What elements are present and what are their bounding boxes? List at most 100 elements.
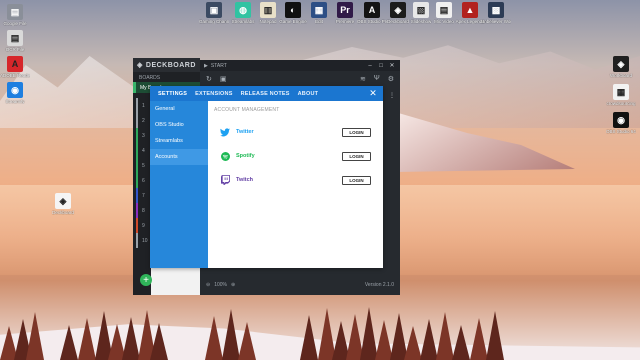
settings-tab-bar: SETTINGS EXTENSIONS RELEASE NOTES ABOUT ✕	[150, 86, 383, 101]
boards-label: BOARDS	[139, 75, 161, 81]
desktop-icon-top-2-icon: ▥	[260, 2, 276, 18]
sidebar-item-obs-studio[interactable]: OBS Studio	[150, 117, 208, 133]
desktop-icon-label: Workboard	[610, 73, 632, 78]
board-list-item[interactable]: 1	[136, 98, 148, 113]
desktop-icon-top-0-icon: ▣	[206, 2, 222, 18]
desktop-icon-left-3-icon: ◉	[7, 82, 23, 98]
desktop-icon-label: crowdsourcing	[606, 101, 636, 106]
zoom-in-icon[interactable]: ⊕	[231, 282, 235, 288]
board-list-item[interactable]: 5	[136, 158, 148, 173]
tab-release-notes[interactable]: RELEASE NOTES	[237, 91, 294, 97]
pine-tree	[78, 318, 96, 360]
desktop-icon-top-0[interactable]: ▣Gaming Channel	[199, 2, 229, 24]
deckboard-brand: ◈ DECKBOARD	[133, 58, 200, 72]
desktop-icon-top-5[interactable]: Pr Premiere	[330, 2, 360, 24]
desktop-icon-label: Google File	[3, 21, 27, 26]
spotify-login-button[interactable]: LOGIN	[342, 151, 371, 161]
settings-content: ACCOUNT MANAGEMENT Twitter LOGIN Spotify LO…	[208, 101, 383, 268]
desktop-icon-right-1-icon: ▦	[613, 84, 629, 100]
desktop-icon-left-2-icon: A	[7, 56, 23, 72]
play-icon: ▶	[204, 62, 208, 69]
twitter-login-button[interactable]: LOGIN	[342, 127, 371, 137]
board-list-item[interactable]: 3	[136, 128, 148, 143]
version-label: Version 2.1.0	[364, 282, 394, 288]
board-list-item[interactable]: 10	[136, 233, 148, 248]
desktop-icon-top-5-icon: Pr	[337, 2, 353, 18]
add-board-button[interactable]: +	[140, 274, 152, 286]
desktop-icon-top-7-icon: ◈	[390, 2, 406, 18]
window-close-button[interactable]: ✕	[388, 62, 396, 69]
account-row-twitch: Twitch LOGIN	[214, 168, 377, 192]
desktop-icon-left-0-icon: ▤	[7, 4, 23, 20]
board-list-item[interactable]: 6	[136, 173, 148, 188]
desktop-icon-top-1-icon: ◍	[235, 2, 251, 18]
account-name: Twitch	[236, 177, 254, 183]
desktop-icon-top-11-icon: ▩	[488, 2, 504, 18]
board-list-item[interactable]: 7	[136, 188, 148, 203]
wifi-icon[interactable]: ≋	[360, 75, 366, 83]
desktop-icon-deckboard[interactable]: ◈ Deckboard	[48, 193, 78, 215]
board-list-item[interactable]: 4	[136, 143, 148, 158]
more-options-icon[interactable]: ⋮	[389, 92, 395, 99]
pine-tree	[150, 323, 168, 360]
desktop-icon-right-2[interactable]: ◉OBS Studio 64-bit	[606, 112, 636, 134]
desktop-icon-left-0[interactable]: ▤ Google File	[0, 4, 30, 26]
desktop-icon-label: Unbeliever Worldwide	[481, 19, 511, 24]
board-list-item[interactable]: 8	[136, 203, 148, 218]
account-row-twitter: Twitter LOGIN	[214, 120, 377, 144]
desktop-icon-top-11[interactable]: ▩Unbeliever Worldwide	[481, 2, 511, 24]
desktop-icon-right-2-icon: ◉	[613, 112, 629, 128]
close-icon[interactable]: ✕	[367, 88, 379, 99]
desktop-icon-top-10-icon: ▲	[462, 2, 478, 18]
desktop-icon-right-1[interactable]: ▦ crowdsourcing	[606, 84, 636, 106]
desktop-icon-right-0-icon: ◈	[613, 56, 629, 72]
board-list-item[interactable]: 2	[136, 113, 148, 128]
pine-tree	[452, 325, 470, 360]
deckboard-logo-icon: ◈	[137, 62, 143, 69]
qr-code-icon[interactable]: ▣	[220, 75, 227, 83]
maximize-button[interactable]: □	[377, 63, 385, 69]
app-titlebar: ▶ START – □ ✕	[200, 60, 400, 71]
desktop-icon-top-4-icon: ▦	[311, 2, 327, 18]
board-list-item[interactable]: 9	[136, 218, 148, 233]
app-toolbar: ↻ ▣ ≋ Ψ ⚙	[200, 71, 400, 86]
tab-extensions[interactable]: EXTENSIONS	[191, 91, 236, 97]
tab-about[interactable]: ABOUT	[294, 91, 323, 97]
desktop-icon-right-0[interactable]: ◈ Workboard	[606, 56, 636, 78]
board-button-list: 1 2 3 4 5 6 7 8 9 10	[136, 98, 148, 248]
account-name: Twitter	[236, 129, 254, 135]
desktop-icon-top-8-icon: ▧	[413, 2, 429, 18]
pine-tree	[26, 312, 44, 360]
desktop-icon-label: Gaming Channel	[199, 19, 229, 24]
deckboard-brand-label: DECKBOARD	[145, 61, 196, 69]
pine-tree	[238, 322, 256, 360]
desktop-icon-label: Streamify	[5, 99, 25, 104]
gear-icon[interactable]: ⚙	[388, 75, 394, 83]
refresh-icon[interactable]: ↻	[206, 75, 212, 83]
usb-icon[interactable]: Ψ	[374, 75, 380, 82]
twitch-login-button[interactable]: LOGIN	[342, 175, 371, 185]
tab-settings[interactable]: SETTINGS	[154, 91, 191, 97]
sidebar-item-general[interactable]: General	[150, 101, 208, 117]
account-list: Twitter LOGIN Spotify LOGIN Twitch LOGIN	[214, 120, 377, 192]
sidebar-item-accounts[interactable]: Accounts	[150, 149, 208, 165]
desktop-icon-left-3[interactable]: ◉ Streamify	[0, 82, 30, 104]
minimize-button[interactable]: –	[366, 63, 374, 69]
desktop-icon-left-1[interactable]: ▤ OCR File	[0, 30, 30, 52]
sidebar-item-streamlabs[interactable]: Streamlabs	[150, 133, 208, 149]
desktop-icon-top-3-icon: ◐	[285, 2, 301, 18]
pine-tree	[486, 311, 504, 360]
desktop-icon-left-2[interactable]: A ADOBE Reader	[0, 56, 30, 78]
desktop-icon-label: Deckboard	[52, 210, 74, 215]
app-title: START	[210, 62, 227, 69]
desktop-icon-label: ADOBE Reader	[0, 73, 30, 78]
pine-tree	[300, 315, 318, 360]
app-statusbar: ⊖ 100% ⊕ Version 2.1.0	[200, 275, 400, 295]
twitter-icon	[220, 127, 230, 137]
settings-sidebar: General OBS Studio Streamlabs Accounts	[150, 101, 208, 268]
pine-tree	[60, 325, 78, 360]
zoom-out-icon[interactable]: ⊖	[206, 282, 210, 288]
settings-dialog: SETTINGS EXTENSIONS RELEASE NOTES ABOUT ✕ Ge…	[150, 86, 383, 268]
desktop-icon-label: OBS Studio 64-bit	[606, 129, 636, 134]
spotify-icon	[220, 151, 230, 161]
